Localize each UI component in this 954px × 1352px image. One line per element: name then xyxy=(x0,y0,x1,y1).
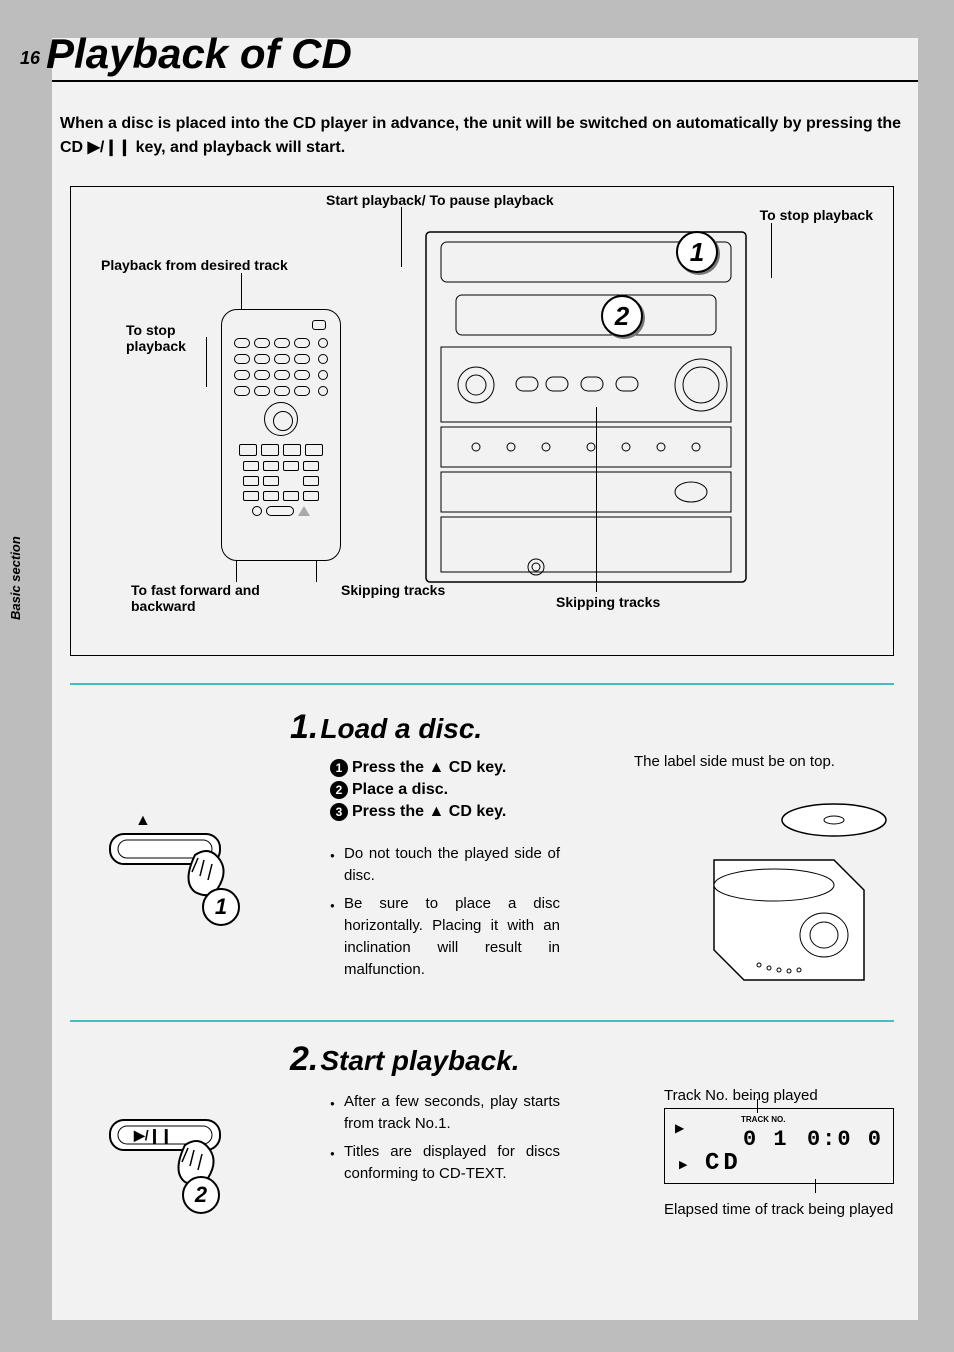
page-title: Playback of CD xyxy=(46,30,352,78)
disc-loading-illustration xyxy=(684,790,894,990)
leader-line xyxy=(401,207,402,267)
manual-page: 16 Playback of CD When a disc is placed … xyxy=(0,0,954,1352)
remote-ir-icon xyxy=(312,320,326,330)
callout-badge-2: 2 xyxy=(601,295,643,337)
leader-line xyxy=(815,1179,816,1193)
step-2-title: 2.Start playback. xyxy=(290,1040,894,1079)
step-1-title: 1.Load a disc. xyxy=(290,708,894,747)
lcd-cd-indicator: CD xyxy=(705,1150,742,1177)
step-2-aside-top: Track No. being played xyxy=(664,1086,894,1106)
callout-badge-1: 1 xyxy=(202,888,240,926)
play-icon: ▶ xyxy=(679,1158,687,1171)
step-1-figure: ▲ 1 xyxy=(100,800,270,940)
title-underline xyxy=(52,80,918,82)
step-2-aside-bottom: Elapsed time of track being played xyxy=(664,1200,894,1220)
label-fast-forward: To fast forward and backward xyxy=(131,582,301,614)
label-start-pause: Start playback/ To pause playback xyxy=(326,192,554,208)
controls-diagram: Start playback/ To pause playback To sto… xyxy=(70,186,894,656)
remote-control-illustration xyxy=(221,309,341,561)
label-skip-2: Skipping tracks xyxy=(556,594,660,610)
play-pause-icon: ▶/❙❙ xyxy=(133,1127,172,1144)
section-tab: Basic section xyxy=(8,536,23,620)
intro-after: key, and playback will start. xyxy=(131,139,345,156)
svg-text:▲: ▲ xyxy=(135,812,151,829)
step-1-notes: Do not touch the played side of disc. Be… xyxy=(290,843,560,981)
label-stop-right: To stop playback xyxy=(760,207,873,223)
callout-badge-1: 1 xyxy=(676,231,718,273)
label-desired-track: Playback from desired track xyxy=(101,257,288,273)
leader-line xyxy=(771,223,772,278)
track-no-label: TRACK NO. xyxy=(741,1115,785,1124)
callout-badge-2: 2 xyxy=(182,1176,220,1214)
label-stop-left: To stop playback xyxy=(126,322,196,354)
page-header: 16 Playback of CD xyxy=(20,22,918,78)
lcd-elapsed-time: 0:0 0 xyxy=(807,1127,883,1152)
play-pause-icon: ▶/❙❙ xyxy=(88,139,132,156)
step-1-aside: The label side must be on top. xyxy=(634,752,894,772)
step-2-notes: After a few seconds, play starts from tr… xyxy=(290,1091,560,1185)
intro-text: When a disc is placed into the CD player… xyxy=(60,112,910,160)
stereo-unit-illustration xyxy=(421,227,751,587)
lcd-track-number: 0 1 xyxy=(743,1127,789,1152)
step-2-figure: ▶/❙❙ 2 xyxy=(100,1100,270,1220)
section-divider xyxy=(70,1020,894,1022)
leader-line xyxy=(757,1099,758,1113)
lcd-display-illustration: ▶ TRACK NO. 0 1 0:0 0 CD ▶ xyxy=(664,1108,894,1184)
section-divider xyxy=(70,683,894,685)
leader-line xyxy=(206,337,207,387)
play-icon: ▶ xyxy=(675,1121,684,1135)
page-number: 16 xyxy=(20,38,40,78)
